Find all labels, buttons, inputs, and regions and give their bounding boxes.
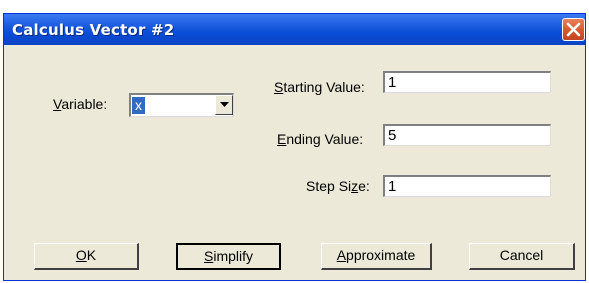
chevron-down-icon [220, 102, 229, 107]
starting-value-label: Starting Value: [274, 79, 365, 95]
step-size-label: Step Size: [306, 178, 370, 194]
simplify-button[interactable]: Simplify [176, 243, 281, 270]
variable-select[interactable]: x [129, 93, 234, 117]
window-title: Calculus Vector #2 [12, 21, 175, 39]
variable-label: Variable: [53, 96, 108, 112]
ending-value-input[interactable]: 5 [383, 124, 551, 146]
variable-selected-value: x [132, 97, 145, 114]
title-bar[interactable]: Calculus Vector #2 [4, 14, 585, 45]
close-button[interactable] [562, 18, 585, 41]
approximate-button[interactable]: Approximate [321, 243, 432, 270]
step-size-input[interactable]: 1 [383, 175, 551, 197]
ok-button[interactable]: OK [34, 243, 139, 270]
cancel-button[interactable]: Cancel [469, 243, 575, 270]
ending-value-label: Ending Value: [277, 131, 364, 147]
variable-dropdown-button[interactable] [215, 95, 233, 115]
calculus-vector-dialog: Calculus Vector #2 Variable: x Starting … [3, 13, 586, 281]
starting-value-input[interactable]: 1 [383, 71, 551, 93]
close-icon [566, 22, 581, 37]
